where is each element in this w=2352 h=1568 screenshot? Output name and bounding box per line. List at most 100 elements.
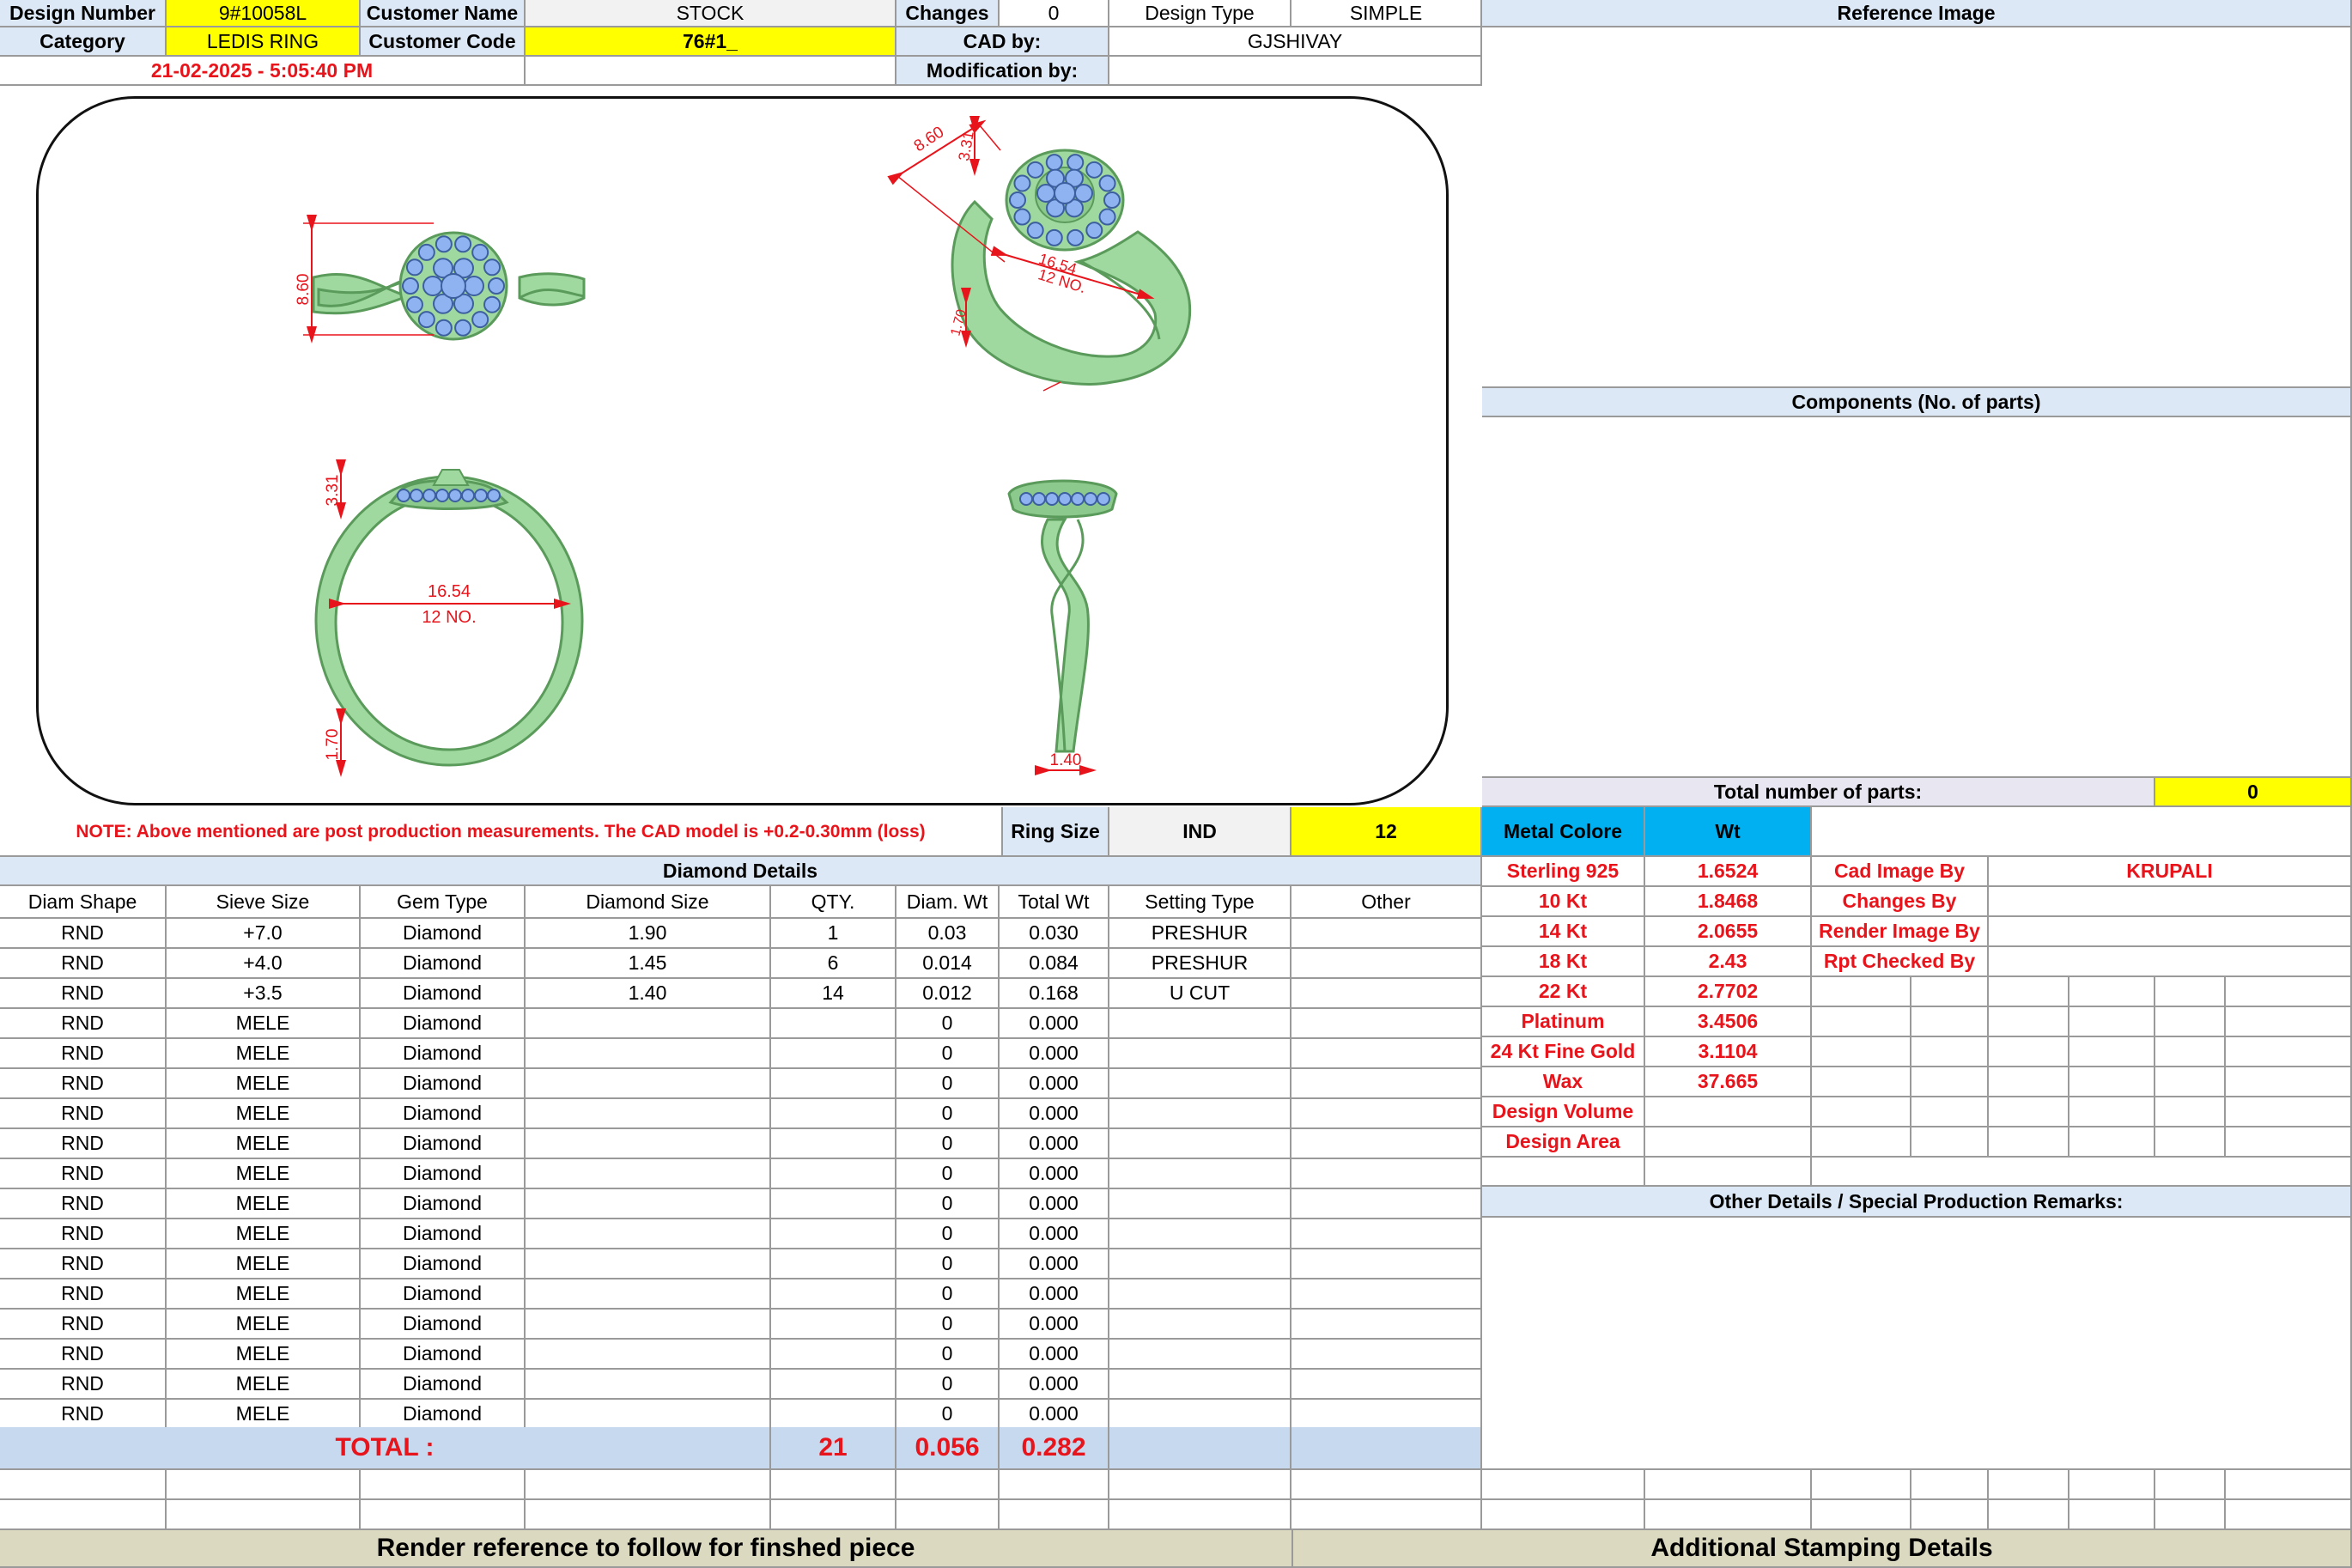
design-number-field[interactable]: 9#10058L (167, 0, 361, 27)
diamond-cell-total-wt[interactable]: 0.030 (1000, 919, 1109, 949)
diamond-cell-sieve[interactable]: MELE (167, 1279, 361, 1310)
total-parts-field[interactable]: 0 (2155, 778, 2352, 807)
grid-cell[interactable] (1989, 1007, 2069, 1037)
blank-cell[interactable] (1000, 1470, 1109, 1500)
diamond-cell-setting-type[interactable] (1109, 1039, 1291, 1069)
grid-cell[interactable] (1911, 977, 1989, 1007)
diamond-cell-other[interactable] (1291, 949, 1482, 979)
diamond-cell-diam-wt[interactable]: 0 (896, 1370, 1000, 1400)
blank-cell[interactable] (1812, 1500, 1911, 1530)
blank-cell[interactable] (1109, 1500, 1291, 1530)
diamond-cell-diamond-size[interactable] (526, 1400, 771, 1430)
grid-cell[interactable] (2069, 977, 2155, 1007)
reference-image-area[interactable] (1482, 27, 2352, 388)
diamond-cell-total-wt[interactable]: 0.000 (1000, 1189, 1109, 1219)
diamond-cell-setting-type[interactable] (1109, 1279, 1291, 1310)
blank-cell[interactable] (1109, 1470, 1291, 1500)
diamond-cell-total-wt[interactable]: 0.000 (1000, 1129, 1109, 1159)
grid-cell[interactable] (1812, 1007, 1911, 1037)
diamond-cell-total-wt[interactable]: 0.000 (1000, 1340, 1109, 1370)
metal-wt[interactable]: 3.4506 (1645, 1007, 1812, 1037)
diamond-cell-qty[interactable] (771, 1129, 896, 1159)
diamond-cell-diamond-size[interactable] (526, 1189, 771, 1219)
diamond-cell-gem-type[interactable]: Diamond (361, 1279, 526, 1310)
diamond-cell-diamond-size[interactable] (526, 1099, 771, 1129)
diamond-cell-setting-type[interactable] (1109, 1340, 1291, 1370)
credit-value[interactable] (1989, 887, 2352, 917)
diamond-cell-setting-type[interactable]: U CUT (1109, 979, 1291, 1009)
grid-cell[interactable] (2226, 977, 2352, 1007)
diamond-cell-qty[interactable]: 6 (771, 949, 896, 979)
diamond-cell-diamond-size[interactable] (526, 1340, 771, 1370)
metal-wt[interactable]: 1.8468 (1645, 887, 1812, 917)
diamond-cell-diam-wt[interactable]: 0 (896, 1310, 1000, 1340)
diamond-cell-gem-type[interactable]: Diamond (361, 1219, 526, 1249)
diamond-cell-qty[interactable] (771, 1069, 896, 1099)
diamond-cell-sieve[interactable]: MELE (167, 1009, 361, 1039)
diamond-cell-diam-wt[interactable]: 0 (896, 1039, 1000, 1069)
grid-cell[interactable] (1989, 1037, 2069, 1067)
diamond-cell-diam-wt[interactable]: 0 (896, 1340, 1000, 1370)
blank-cell[interactable] (1645, 1500, 1812, 1530)
diamond-cell-total-wt[interactable]: 0.000 (1000, 1279, 1109, 1310)
diamond-cell-setting-type[interactable] (1109, 1069, 1291, 1099)
grid-cell[interactable] (1989, 1067, 2069, 1097)
grid-cell[interactable] (1911, 1037, 1989, 1067)
diamond-cell-setting-type[interactable] (1109, 1370, 1291, 1400)
diamond-cell-sieve[interactable]: +4.0 (167, 949, 361, 979)
grid-cell[interactable] (1812, 1037, 1911, 1067)
diamond-cell-diam-wt[interactable]: 0 (896, 1159, 1000, 1189)
grid-cell[interactable] (1911, 1007, 1989, 1037)
diamond-cell-qty[interactable] (771, 1370, 896, 1400)
diamond-cell-total-wt[interactable]: 0.000 (1000, 1039, 1109, 1069)
grid-cell[interactable] (1911, 1127, 1989, 1158)
blank-cell[interactable] (1911, 1470, 1989, 1500)
metal-wt[interactable]: 3.1104 (1645, 1037, 1812, 1067)
blank-cell[interactable] (1482, 1500, 1645, 1530)
diamond-cell-diam-wt[interactable]: 0 (896, 1129, 1000, 1159)
blank-cell[interactable] (167, 1470, 361, 1500)
diamond-cell-diamond-size[interactable] (526, 1310, 771, 1340)
diamond-cell-diamond-size[interactable] (526, 1370, 771, 1400)
customer-name-field[interactable]: STOCK (526, 0, 896, 27)
diamond-cell-other[interactable] (1291, 1279, 1482, 1310)
diamond-cell-gem-type[interactable]: Diamond (361, 1009, 526, 1039)
customer-code-field[interactable]: 76#1_ (526, 27, 896, 57)
credit-value[interactable]: KRUPALI (1989, 857, 2352, 887)
grid-cell[interactable] (2226, 1097, 2352, 1127)
diamond-cell-other[interactable] (1291, 1189, 1482, 1219)
diamond-cell-total-wt[interactable]: 0.000 (1000, 1099, 1109, 1129)
other-details-area[interactable] (1482, 1218, 2352, 1470)
diamond-cell-sieve[interactable]: +7.0 (167, 919, 361, 949)
blank-cell[interactable] (361, 1500, 526, 1530)
diamond-cell-qty[interactable] (771, 1039, 896, 1069)
blank-cell[interactable] (1812, 1470, 1911, 1500)
grid-cell[interactable] (1989, 977, 2069, 1007)
diamond-cell-total-wt[interactable]: 0.000 (1000, 1159, 1109, 1189)
diamond-cell-other[interactable] (1291, 919, 1482, 949)
grid-cell[interactable] (1812, 1158, 2352, 1187)
diamond-cell-setting-type[interactable] (1109, 1219, 1291, 1249)
diamond-cell-gem-type[interactable]: Diamond (361, 1310, 526, 1340)
grid-cell[interactable] (1911, 1067, 1989, 1097)
grid-cell[interactable] (2069, 1037, 2155, 1067)
grid-cell[interactable] (1812, 1067, 1911, 1097)
grid-cell[interactable] (1812, 1127, 1911, 1158)
diamond-cell-gem-type[interactable]: Diamond (361, 1340, 526, 1370)
diamond-cell-total-wt[interactable]: 0.000 (1000, 1009, 1109, 1039)
diamond-cell-sieve[interactable]: MELE (167, 1039, 361, 1069)
diamond-cell-sieve[interactable]: MELE (167, 1129, 361, 1159)
diamond-cell-diamond-size[interactable] (526, 1279, 771, 1310)
cad-by-field[interactable]: GJSHIVAY (1109, 27, 1482, 57)
diamond-cell-other[interactable] (1291, 1099, 1482, 1129)
diamond-cell-other[interactable] (1291, 1310, 1482, 1340)
diamond-cell-other[interactable] (1291, 1039, 1482, 1069)
blank-cell[interactable] (1989, 1470, 2069, 1500)
diamond-cell-setting-type[interactable] (1109, 1249, 1291, 1279)
category-field[interactable]: LEDIS RING (167, 27, 361, 57)
grid-cell[interactable] (1812, 1097, 1911, 1127)
diamond-cell-gem-type[interactable]: Diamond (361, 1400, 526, 1430)
blank-cell[interactable] (2069, 1500, 2155, 1530)
diamond-cell-total-wt[interactable]: 0.000 (1000, 1310, 1109, 1340)
grid-cell[interactable] (2226, 1067, 2352, 1097)
